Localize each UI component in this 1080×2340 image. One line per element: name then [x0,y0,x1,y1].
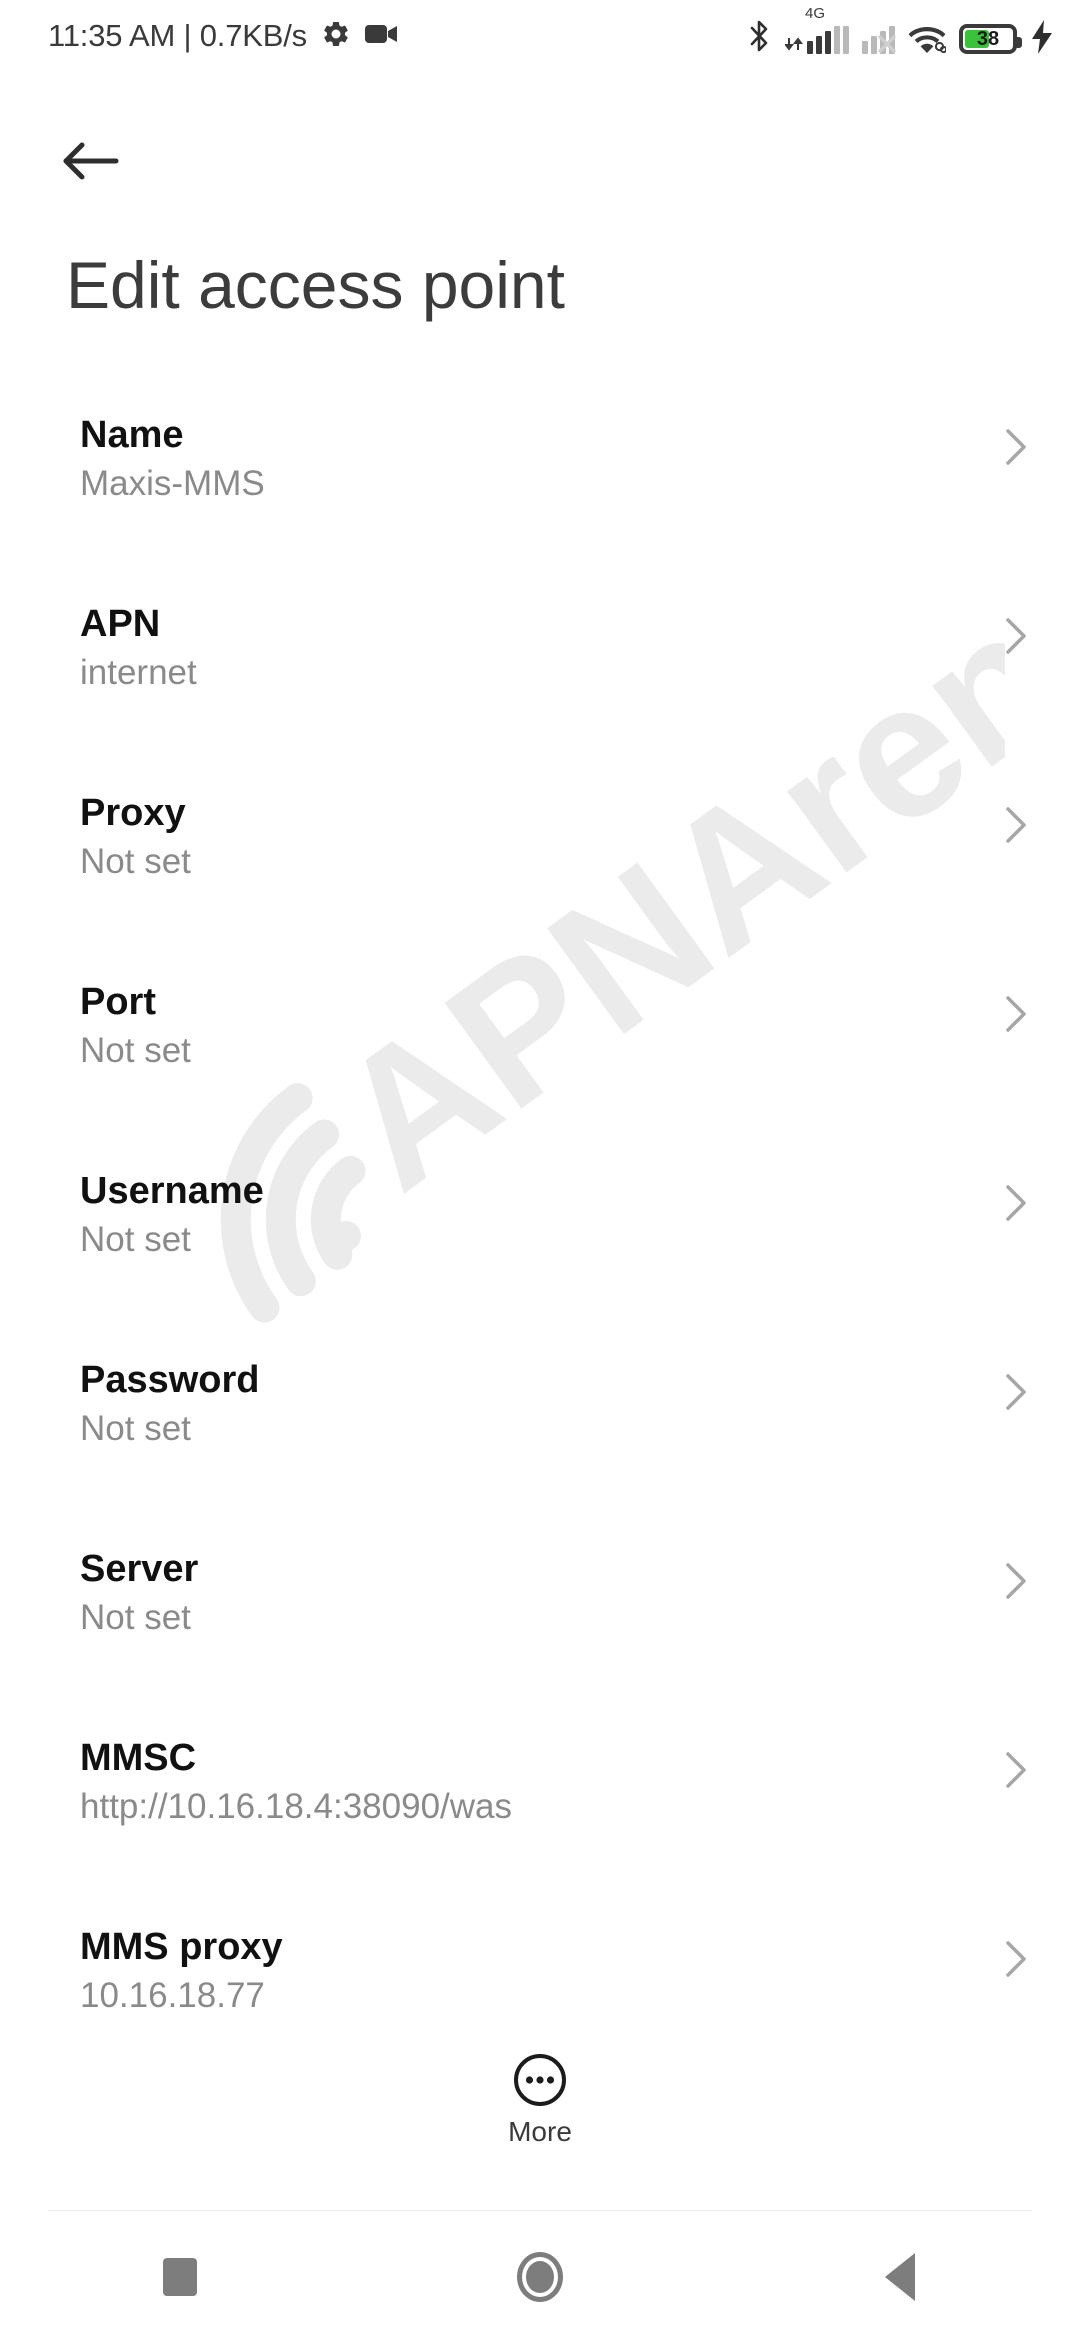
row-title: Password [80,1359,260,1401]
square-recents-icon [163,2258,197,2296]
list-item[interactable]: Port Not set [0,967,1080,1156]
signal-bars-sim2-no-service-icon [862,18,896,54]
row-value: internet [80,653,197,692]
row-value: 10.16.18.77 [80,1976,265,2015]
row-value: Not set [80,1598,191,1637]
row-title: Server [80,1548,199,1590]
row-value: Not set [80,1409,191,1448]
settings-list: Name Maxis-MMS APN internet Proxy Not se… [0,400,1080,2101]
bottom-divider [48,2210,1032,2211]
list-item[interactable]: APN internet [0,589,1080,778]
chevron-right-icon [1006,1941,1026,1977]
row-value: Maxis-MMS [80,464,265,503]
row-value: Not set [80,1031,191,1070]
chevron-right-icon [1006,1752,1026,1788]
sim1-bars [807,26,849,54]
no-service-x-icon [878,35,896,53]
row-title: Username [80,1170,264,1212]
row-title: Name [80,414,184,456]
home-button[interactable] [360,2214,720,2340]
status-clock-and-speed: 11:35 AM | 0.7KB/s [48,18,307,53]
list-item[interactable]: Server Not set [0,1534,1080,1723]
status-bar: 11:35 AM | 0.7KB/s 4G 38 [0,0,1080,72]
back-nav-button[interactable] [720,2214,1080,2340]
arrow-left-icon [63,142,119,180]
page-title: Edit access point [66,248,565,322]
triangle-back-icon [885,2253,915,2301]
chevron-right-icon [1006,1563,1026,1599]
chevron-right-icon [1006,1374,1026,1410]
more-label: More [508,2116,572,2147]
chevron-right-icon [1006,618,1026,654]
battery-percent: 38 [976,28,1000,50]
row-title: APN [80,603,161,645]
row-value: http://10.16.18.4:38090/was [80,1787,512,1826]
list-item[interactable]: MMSC http://10.16.18.4:38090/was [0,1723,1080,1912]
more-circle-icon [514,2054,566,2106]
phone-screen: APNArena 11:35 AM | 0.7KB/s 4G 38 Edit a… [0,0,1080,2340]
back-button[interactable] [48,118,134,204]
chevron-right-icon [1006,1185,1026,1221]
row-title: Proxy [80,792,186,834]
row-title: Port [80,981,156,1023]
bluetooth-icon [746,18,772,54]
navigation-bar [0,2214,1080,2340]
wifi-icon [908,24,946,54]
lightning-bolt-icon [1030,20,1054,54]
chevron-right-icon [1006,996,1026,1032]
list-item[interactable]: Username Not set [0,1156,1080,1345]
chevron-right-icon [1006,429,1026,465]
battery-icon: 38 [959,24,1022,54]
video-camera-icon [364,22,399,51]
row-title: MMS proxy [80,1926,283,1968]
signal-bars-sim1-icon: 4G [785,6,849,54]
recents-button[interactable] [0,2214,360,2340]
row-title: MMSC [80,1737,197,1779]
gear-icon [321,19,351,54]
row-value: Not set [80,1220,191,1259]
list-item[interactable]: Password Not set [0,1345,1080,1534]
network-type-label: 4G [805,5,826,22]
row-value: Not set [80,842,191,881]
status-bar-right: 4G 38 [746,6,1054,54]
more-button[interactable]: More [0,2052,1080,2146]
data-arrows-icon [785,34,805,54]
status-bar-left: 11:35 AM | 0.7KB/s [48,18,399,54]
circle-home-icon [517,2252,563,2302]
chevron-right-icon [1006,807,1026,843]
list-item[interactable]: Proxy Not set [0,778,1080,967]
list-item[interactable]: Name Maxis-MMS [0,400,1080,589]
